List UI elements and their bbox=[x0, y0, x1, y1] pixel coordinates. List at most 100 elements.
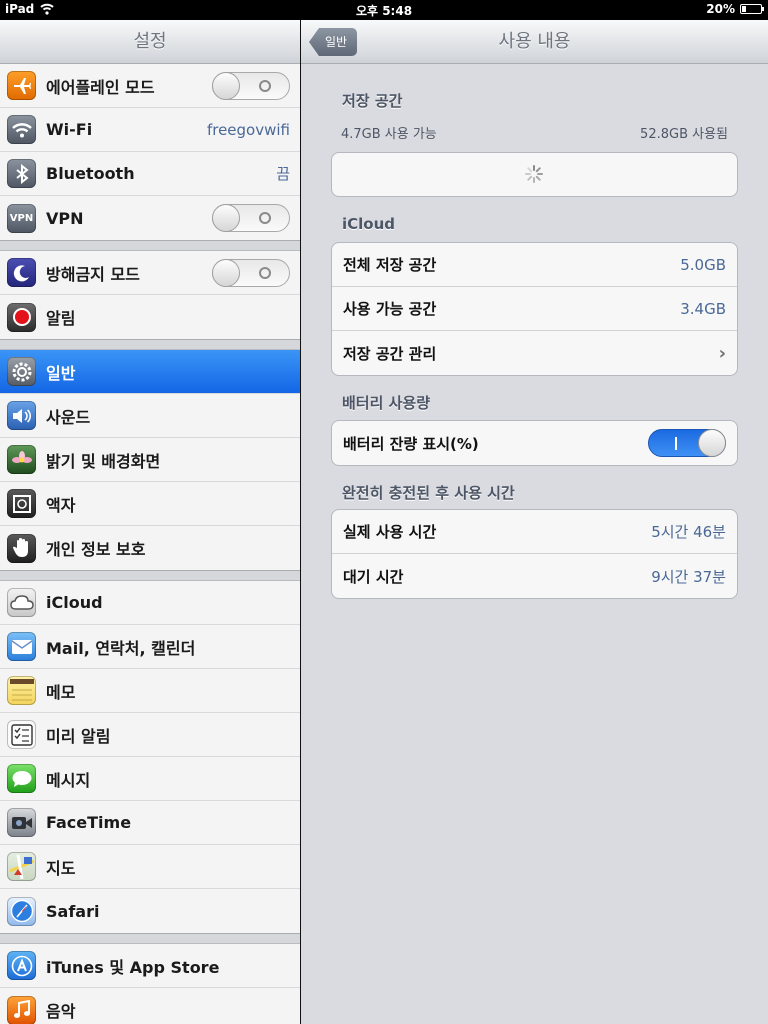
since-charge-card: 실제 사용 시간 5시간 46분 대기 시간 9시간 37분 bbox=[331, 509, 738, 599]
settings-sidebar: 설정 에어플레인 모드 Wi-Fi freegovwifi Bluetooth … bbox=[0, 20, 300, 1024]
settings-group-general: 일반 사운드 밝기 및 배경화면 액자 개인 정보 보호 bbox=[0, 350, 300, 571]
sidebar-item-notifications[interactable]: 알림 bbox=[0, 295, 300, 339]
sidebar-item-label: 개인 정보 보호 bbox=[46, 540, 146, 559]
settings-group-notifications: 방해금지 모드 알림 bbox=[0, 251, 300, 340]
settings-group-store: iTunes 및 App Store 음악 bbox=[0, 944, 300, 1024]
settings-group-apps: iCloud Mail, 연락처, 캘린더 메모 미리 알림 메시지 FaceT… bbox=[0, 581, 300, 934]
icloud-total-storage-row: 전체 저장 공간 5.0GB bbox=[332, 243, 737, 287]
music-icon bbox=[7, 995, 36, 1024]
battery-percentage-toggle[interactable] bbox=[648, 429, 726, 457]
sidebar-item-label: 메모 bbox=[46, 682, 76, 702]
sidebar-title: 설정 bbox=[0, 20, 300, 64]
row-label: 저장 공간 관리 bbox=[343, 344, 437, 363]
sidebar-item-bluetooth[interactable]: Bluetooth 끔 bbox=[0, 152, 300, 196]
row-label: 전체 저장 공간 bbox=[343, 256, 437, 274]
sidebar-item-mail-contacts-calendars[interactable]: Mail, 연락처, 캘린더 bbox=[0, 625, 300, 669]
bluetooth-icon bbox=[7, 159, 36, 188]
storage-section-title: 저장 공간 bbox=[342, 92, 403, 110]
sidebar-item-label: 방해금지 모드 bbox=[46, 264, 140, 284]
reminders-icon bbox=[7, 720, 36, 749]
icloud-card: 전체 저장 공간 5.0GB 사용 가능 공간 3.4GB 저장 공간 관리 › bbox=[331, 242, 738, 376]
sidebar-item-icloud[interactable]: iCloud bbox=[0, 581, 300, 625]
sidebar-item-airplane-mode[interactable]: 에어플레인 모드 bbox=[0, 64, 300, 108]
sidebar-item-general[interactable]: 일반 bbox=[0, 350, 300, 394]
flower-icon bbox=[7, 445, 36, 474]
do-not-disturb-toggle[interactable] bbox=[212, 258, 290, 287]
battery-icon bbox=[740, 4, 764, 14]
sidebar-item-notes[interactable]: 메모 bbox=[0, 669, 300, 713]
sidebar-item-label: FaceTime bbox=[46, 813, 132, 832]
sidebar-item-label: iCloud bbox=[46, 593, 103, 612]
sidebar-item-privacy[interactable]: 개인 정보 보호 bbox=[0, 526, 300, 570]
sidebar-item-wifi[interactable]: Wi-Fi freegovwifi bbox=[0, 108, 300, 152]
sidebar-item-reminders[interactable]: 미리 알림 bbox=[0, 713, 300, 757]
detail-navbar: 사용 내용 일반 bbox=[301, 20, 768, 64]
sidebar-item-label: 지도 bbox=[46, 858, 76, 878]
battery-percent: 20% bbox=[706, 2, 735, 16]
row-label: 대기 시간 bbox=[343, 567, 404, 586]
sidebar-item-label: 미리 알림 bbox=[46, 726, 111, 746]
storage-used-text: 52.8GB 사용됨 bbox=[640, 127, 728, 142]
sidebar-item-sounds[interactable]: 사운드 bbox=[0, 394, 300, 438]
sidebar-item-messages[interactable]: 메시지 bbox=[0, 757, 300, 801]
row-value: 3.4GB bbox=[680, 299, 726, 318]
sidebar-item-music[interactable]: 음악 bbox=[0, 988, 300, 1024]
row-value: 5시간 46분 bbox=[651, 523, 726, 541]
sidebar-item-maps[interactable]: 지도 bbox=[0, 845, 300, 889]
safari-icon bbox=[7, 896, 36, 926]
sidebar-item-brightness-wallpaper[interactable]: 밝기 및 배경화면 bbox=[0, 438, 300, 482]
cloud-icon bbox=[7, 588, 36, 617]
sidebar-item-label: Mail, 연락처, 캘린더 bbox=[46, 638, 196, 658]
app-store-icon bbox=[7, 951, 36, 980]
speaker-icon bbox=[7, 401, 36, 430]
wifi-icon bbox=[7, 115, 36, 144]
settings-group-network: 에어플레인 모드 Wi-Fi freegovwifi Bluetooth 끔 V… bbox=[0, 64, 300, 241]
sidebar-item-do-not-disturb[interactable]: 방해금지 모드 bbox=[0, 251, 300, 295]
sidebar-item-itunes-app-store[interactable]: iTunes 및 App Store bbox=[0, 944, 300, 988]
row-label: 사용 가능 공간 bbox=[343, 300, 437, 318]
battery-section-title: 배터리 사용량 bbox=[342, 394, 431, 412]
sidebar-item-picture-frame[interactable]: 액자 bbox=[0, 482, 300, 526]
sidebar-item-safari[interactable]: Safari bbox=[0, 889, 300, 933]
mail-icon bbox=[7, 632, 36, 661]
sidebar-item-label: 액자 bbox=[46, 495, 76, 515]
storage-available-text: 4.7GB 사용 가능 bbox=[341, 127, 437, 142]
picture-frame-icon bbox=[7, 489, 36, 518]
usage-detail-pane: 사용 내용 일반 저장 공간 4.7GB 사용 가능 52.8GB 사용됨 iC… bbox=[301, 20, 768, 1024]
row-value: 5.0GB bbox=[680, 255, 726, 274]
row-label: 배터리 잔량 표시(%) bbox=[343, 434, 479, 453]
back-button[interactable]: 일반 bbox=[309, 28, 358, 56]
sidebar-item-label: iTunes 및 App Store bbox=[46, 957, 220, 977]
sidebar-item-label: Bluetooth bbox=[46, 164, 135, 183]
storage-loading-card bbox=[331, 152, 738, 197]
sidebar-item-label: 일반 bbox=[46, 363, 76, 383]
sidebar-item-label: 밝기 및 배경화면 bbox=[46, 451, 161, 471]
sidebar-item-facetime[interactable]: FaceTime bbox=[0, 801, 300, 845]
icloud-available-storage-row: 사용 가능 공간 3.4GB bbox=[332, 287, 737, 331]
page-title: 사용 내용 bbox=[498, 31, 571, 52]
vpn-icon: VPN bbox=[7, 203, 36, 233]
bluetooth-status-value: 끔 bbox=[276, 165, 290, 183]
status-bar: iPad 오후 5:48 20% bbox=[0, 0, 768, 20]
sidebar-item-label: Safari bbox=[46, 901, 100, 921]
manage-storage-row[interactable]: 저장 공간 관리 › bbox=[332, 331, 737, 375]
sidebar-item-label: 에어플레인 모드 bbox=[46, 77, 155, 97]
notifications-icon bbox=[7, 302, 36, 332]
since-charge-section-title: 완전히 충전된 후 사용 시간 bbox=[342, 484, 515, 502]
airplane-mode-toggle[interactable] bbox=[212, 71, 290, 100]
vpn-toggle[interactable] bbox=[212, 204, 290, 232]
loading-spinner-icon bbox=[525, 165, 543, 183]
battery-percentage-row: 배터리 잔량 표시(%) bbox=[332, 421, 737, 465]
maps-icon bbox=[7, 852, 36, 881]
notes-icon bbox=[7, 676, 36, 705]
sidebar-item-label: 음악 bbox=[46, 1002, 76, 1021]
sidebar-item-label: 메시지 bbox=[46, 770, 91, 790]
row-label: 실제 사용 시간 bbox=[343, 523, 437, 541]
sidebar-item-label: VPN bbox=[46, 208, 84, 228]
airplane-icon bbox=[7, 71, 36, 100]
sidebar-item-vpn[interactable]: VPN VPN bbox=[0, 196, 300, 240]
sidebar-item-label: Wi-Fi bbox=[46, 120, 93, 139]
messages-icon bbox=[7, 764, 36, 793]
status-time: 오후 5:48 bbox=[355, 4, 413, 18]
battery-card: 배터리 잔량 표시(%) bbox=[331, 420, 738, 466]
